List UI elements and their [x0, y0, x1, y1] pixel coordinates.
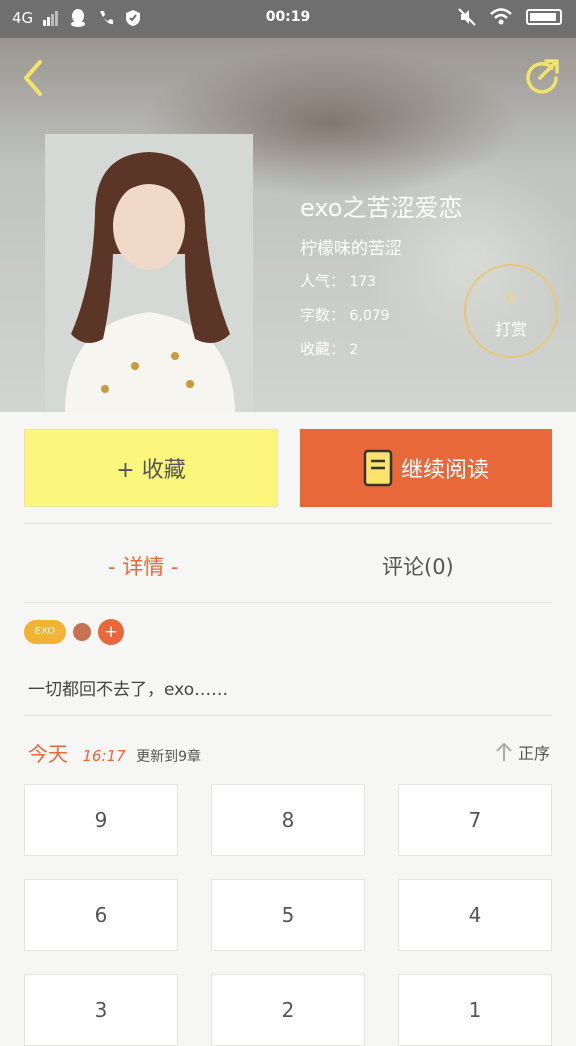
wifi-icon — [490, 8, 512, 25]
sort-button[interactable]: 正序 — [494, 740, 550, 764]
chapter-button[interactable]: 4 — [398, 879, 552, 951]
continue-reading-button[interactable]: 继续阅读 — [300, 429, 552, 507]
tag-exo[interactable]: EXO — [24, 620, 66, 644]
tip-label: 打赏 — [494, 320, 527, 339]
tip-count: 0 — [506, 290, 516, 306]
word-count-value: 6,079 — [349, 308, 390, 324]
book-header: exo之苦涩爱恋 柠檬味的苦涩 人气： 173 字数： 6,079 收藏： 2 … — [0, 38, 576, 412]
chapter-button[interactable]: 8 — [211, 784, 365, 856]
popularity-label: 人气： — [300, 272, 346, 290]
share-icon[interactable] — [522, 56, 562, 96]
divider — [24, 602, 552, 603]
chapter-button[interactable]: 6 — [24, 879, 178, 951]
battery-icon — [526, 9, 562, 25]
chapter-button[interactable]: 2 — [211, 974, 365, 1046]
book-description: 一切都回不去了，exo…… — [28, 680, 229, 700]
chapter-button[interactable]: 1 — [398, 974, 552, 1046]
add-tag-button[interactable]: + — [98, 619, 124, 645]
update-info: 今天 16:17 更新到9章 — [28, 738, 201, 767]
book-title: exo之苦涩爱恋 — [300, 194, 463, 222]
popularity-stat: 人气： 173 — [300, 270, 376, 291]
back-arrow-icon[interactable] — [18, 58, 48, 98]
tab-comments[interactable]: 评论(0) — [382, 551, 454, 581]
arrow-up-icon — [496, 742, 512, 761]
popularity-value: 173 — [349, 274, 377, 290]
book-cover-image[interactable] — [45, 134, 253, 412]
status-bar: 4G 00:19 — [0, 0, 576, 38]
chapter-button[interactable]: 7 — [398, 784, 552, 856]
word-count-label: 字数： — [300, 306, 346, 324]
sort-label: 正序 — [517, 744, 550, 763]
update-day: 今天 — [28, 742, 68, 766]
chapter-button[interactable]: 9 — [24, 784, 178, 856]
favorites-value: 2 — [349, 342, 359, 358]
divider — [24, 523, 552, 524]
add-favorite-button[interactable]: + 收藏 — [24, 429, 278, 507]
tag-dot[interactable] — [73, 623, 91, 641]
divider — [24, 715, 552, 716]
chapter-button[interactable]: 3 — [24, 974, 178, 1046]
update-text: 更新到9章 — [136, 749, 202, 765]
word-count-stat: 字数： 6,079 — [300, 304, 390, 325]
tab-detail[interactable]: - 详情 - — [108, 551, 179, 581]
book-icon — [363, 449, 393, 487]
add-favorite-label: + 收藏 — [116, 458, 186, 483]
update-time: 16:17 — [82, 747, 126, 765]
status-right — [458, 8, 562, 26]
tip-button[interactable]: 0 打赏 — [464, 264, 558, 358]
favorites-label: 收藏： — [300, 340, 346, 358]
favorites-stat: 收藏： 2 — [300, 338, 358, 359]
mute-icon — [458, 8, 476, 26]
book-author[interactable]: 柠檬味的苦涩 — [300, 234, 402, 259]
chapter-button[interactable]: 5 — [211, 879, 365, 951]
continue-reading-label: 继续阅读 — [400, 458, 489, 483]
